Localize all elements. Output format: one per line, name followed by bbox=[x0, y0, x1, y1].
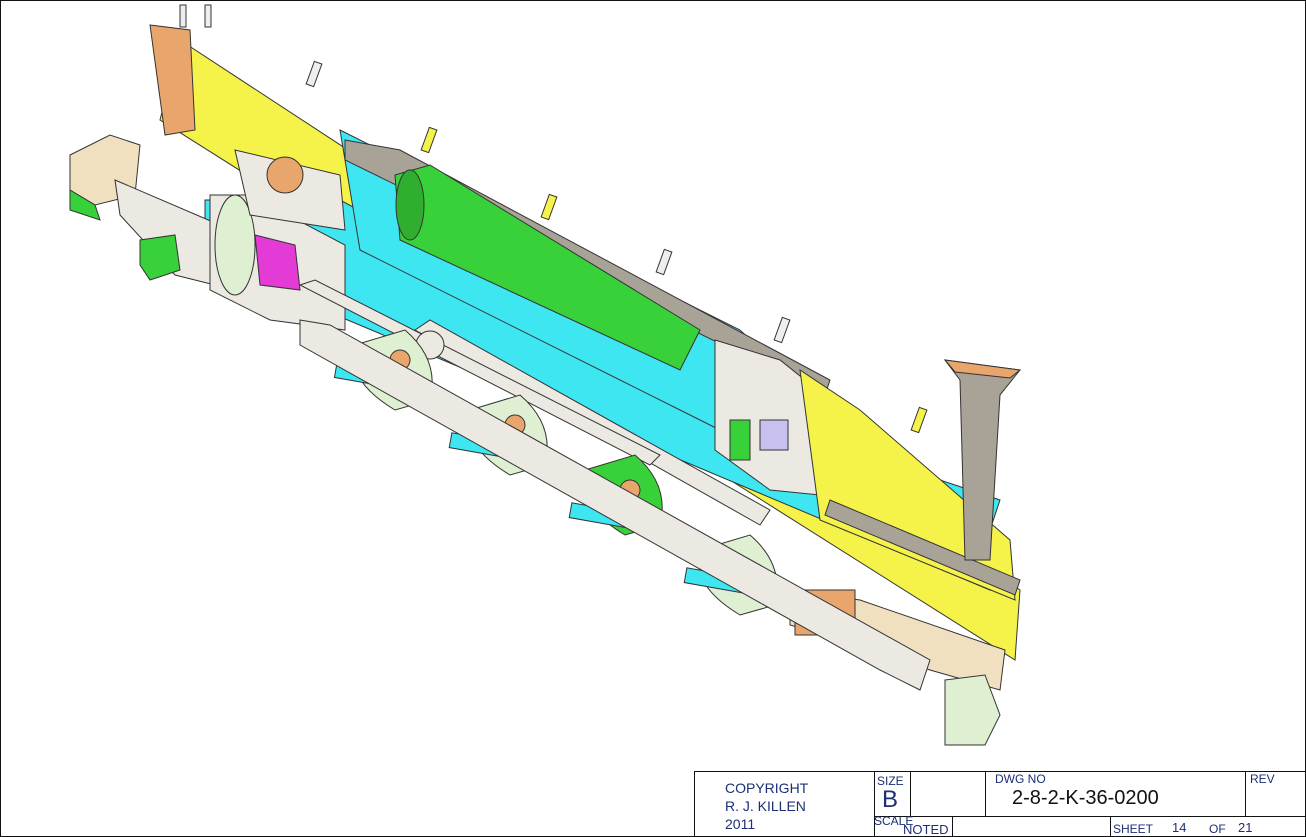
bolt-1 bbox=[305, 60, 323, 88]
dwg-no-label: DWG NO bbox=[995, 772, 1046, 786]
bolt-3 bbox=[540, 193, 558, 221]
locomotive-isometric-drawing bbox=[69, 4, 1022, 746]
copyright-line-3: 2011 bbox=[725, 816, 756, 832]
scale-value: NOTED bbox=[903, 822, 949, 837]
sheet-total: 21 bbox=[1238, 820, 1253, 835]
size-value: B bbox=[882, 786, 899, 813]
rear-bolt-2 bbox=[204, 4, 212, 28]
dwg-no-value: 2-8-2-K-36-0200 bbox=[1012, 787, 1159, 809]
rev-label: REV bbox=[1250, 772, 1275, 786]
copyright-line-2: R. J. KILLEN bbox=[725, 798, 806, 814]
copyright-line-1: COPYRIGHT bbox=[725, 780, 809, 796]
upper-cab-drum bbox=[266, 156, 304, 194]
bolt-2 bbox=[420, 126, 438, 154]
of-label: OF bbox=[1209, 822, 1226, 836]
bolt-4 bbox=[655, 248, 673, 276]
sheet-number: 14 bbox=[1172, 820, 1187, 835]
valve-gear-violet bbox=[759, 419, 789, 451]
sheet-label: SHEET bbox=[1113, 822, 1154, 836]
bolt-5 bbox=[773, 316, 791, 344]
valve-gear-green bbox=[729, 419, 751, 461]
bolt-6 bbox=[910, 406, 928, 434]
green-cylinder-end bbox=[395, 169, 425, 241]
rear-bolt-1 bbox=[179, 4, 187, 28]
rear-bracket bbox=[149, 24, 196, 136]
